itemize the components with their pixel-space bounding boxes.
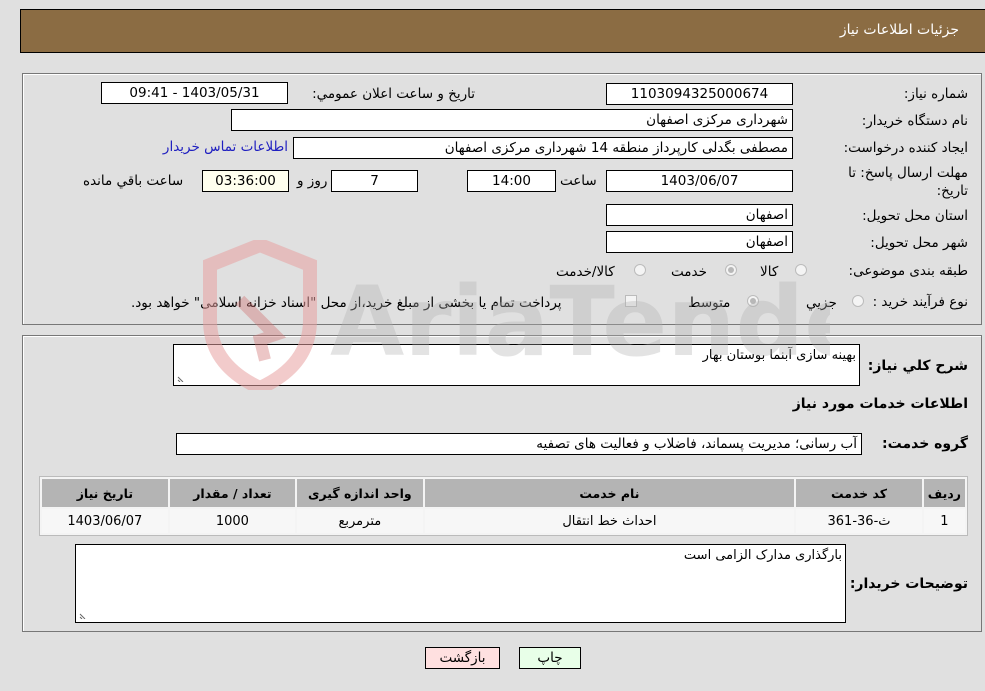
purchase-medium-radio[interactable] [747,295,759,307]
requester-label: ایجاد کننده درخواست: [843,140,968,156]
deadline-date-field[interactable]: 1403/06/07 [606,170,793,192]
services-table-wrapper: ردیف کد خدمت نام خدمت واحد اندازه گیری ت… [39,476,968,536]
col-unit: واحد اندازه گیری [297,479,423,507]
need-number-field[interactable]: 1103094325000674 [606,83,793,105]
deadline-label-line1: مهلت ارسال پاسخ: تا [848,165,968,181]
category-goods-radio[interactable] [795,264,807,276]
service-group-field[interactable]: آب رسانی؛ مدیریت پسماند، فاضلاب و فعالیت… [176,433,862,455]
treasury-checkbox[interactable] [625,295,637,307]
announce-datetime-field[interactable]: 1403/05/31 - 09:41 [101,82,288,104]
cell-service-name: احداث خط انتقال [424,509,795,533]
description-label: شرح كلي نياز: [867,358,968,374]
table-row: 1 ث-36-361 احداث خط انتقال مترمربع 1000 … [42,509,965,533]
buyer-notes-textarea[interactable]: بارگذاری مدارک الزامی است [75,544,846,623]
need-number-label: شماره نیاز: [903,86,968,102]
announce-datetime-label: تاریخ و ساعت اعلان عمومي: [312,86,475,102]
purchase-type-label: نوع فرآیند خرید : [872,294,968,310]
category-service-label: خدمت [671,264,707,280]
remaining-time-field: 03:36:00 [202,170,289,192]
delivery-province-field[interactable]: اصفهان [606,204,793,226]
cell-row-number: 1 [923,509,965,533]
buyer-notes-text: بارگذاری مدارک الزامی است [683,548,842,563]
col-need-date: تاریخ نیاز [42,479,168,507]
col-row-number: ردیف [923,479,965,507]
resize-grip-icon[interactable] [79,611,87,619]
category-goods-service-label: کالا/خدمت [556,264,615,280]
requester-field[interactable]: مصطفی بگدلی کارپرداز منطقه 14 شهرداری مر… [293,137,793,159]
category-label: طبقه بندی موضوعی: [848,263,968,279]
purchase-minor-radio[interactable] [852,295,864,307]
cell-need-date: 1403/06/07 [42,509,168,533]
services-table: ردیف کد خدمت نام خدمت واحد اندازه گیری ت… [39,476,968,536]
buyer-org-field[interactable]: شهرداری مرکزی اصفهان [231,109,793,131]
table-header-row: ردیف کد خدمت نام خدمت واحد اندازه گیری ت… [42,479,965,507]
category-goods-service-radio[interactable] [634,264,646,276]
purchase-minor-label: جزیي [806,295,837,311]
category-service-radio[interactable] [725,264,737,276]
deadline-time-label: ساعت [560,173,597,189]
resize-grip-icon[interactable] [177,374,185,382]
services-section-title: اطلاعات خدمات مورد نیاز [792,396,968,412]
cell-unit: مترمربع [297,509,423,533]
page-title: جزئیات اطلاعات نیاز [839,22,959,38]
buyer-org-label: نام دستگاه خریدار: [861,113,968,129]
remaining-time-label: ساعت باقي مانده [83,173,184,189]
back-button[interactable]: بازگشت [425,647,500,669]
buyer-contact-link[interactable]: اطلاعات تماس خریدار [163,139,288,155]
delivery-province-label: استان محل تحویل: [862,208,968,224]
col-service-name: نام خدمت [424,479,795,507]
treasury-note: پرداخت تمام یا بخشی از مبلغ خرید،از محل … [131,295,562,311]
print-button[interactable]: چاپ [519,647,581,669]
description-textarea[interactable]: بهینه سازی آبنما بوستان بهار [173,344,860,386]
col-service-code: کد خدمت [796,479,922,507]
delivery-city-label: شهر محل تحویل: [870,235,968,251]
page-header: جزئیات اطلاعات نیاز [20,9,985,53]
service-group-label: گروه خدمت: [882,436,968,452]
deadline-label-line2: تاریخ: [936,183,968,199]
deadline-time-field[interactable]: 14:00 [467,170,556,192]
col-quantity: تعداد / مقدار [169,479,296,507]
description-text: بهینه سازی آبنما بوستان بهار [702,348,856,363]
delivery-city-field[interactable]: اصفهان [606,231,793,253]
buyer-notes-label: توضیحات خریدار: [849,576,968,592]
days-field[interactable]: 7 [331,170,418,192]
category-goods-label: کالا [760,264,779,280]
cell-quantity: 1000 [169,509,296,533]
cell-service-code: ث-36-361 [796,509,922,533]
days-label: روز و [297,173,328,189]
purchase-medium-label: متوسط [688,295,731,311]
